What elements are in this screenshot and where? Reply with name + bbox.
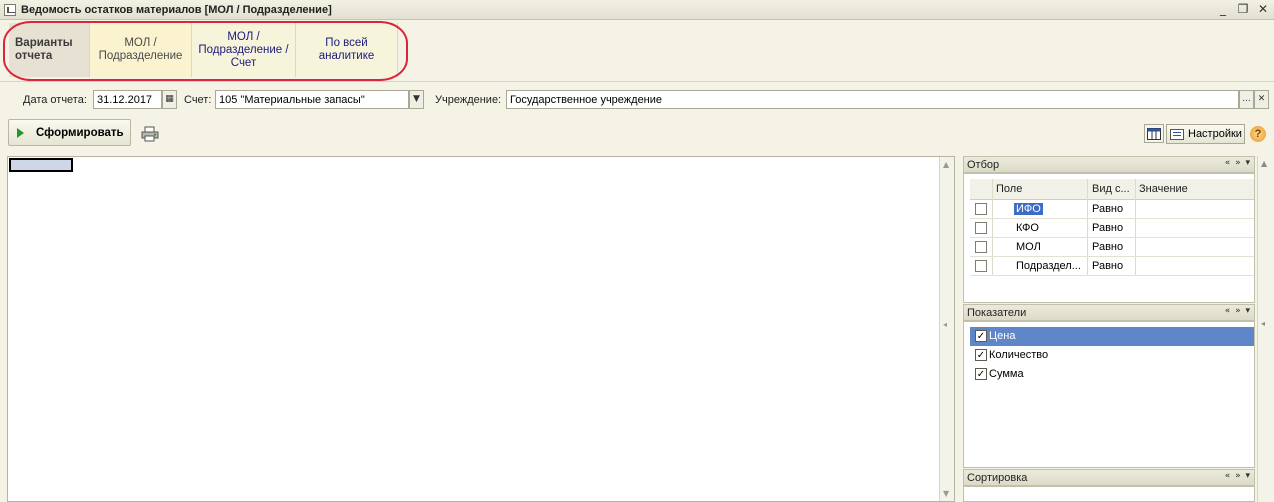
settings-scrollbar[interactable]: ▲ ◂ [1257,156,1272,502]
variant-mol-subdivision-account[interactable]: МОЛ / Подразделение / Счет [192,23,296,77]
report-spreadsheet[interactable]: ▲ ◂ ▼ [7,156,955,502]
clear-icon[interactable]: ✕ [1254,90,1269,109]
filter-row-condition[interactable]: Равно [1092,260,1123,272]
indicator-label: Количество [989,349,1049,361]
scroll-grip-icon: ◂ [943,320,948,329]
sort-panel-body [963,486,1255,502]
panel-controls-icon[interactable]: « » ▾ [1225,306,1251,316]
indicators-panel-header: Показатели « » ▾ [963,304,1255,321]
help-icon[interactable]: ? [1250,126,1266,142]
minimize-button[interactable]: _ [1216,2,1230,16]
report-app-icon [4,3,16,16]
filter-row-checkbox[interactable] [975,222,987,234]
variant-mol-subdivision[interactable]: МОЛ / Подразделение [90,23,192,77]
scroll-up-icon[interactable]: ▲ [1261,159,1267,168]
filter-row-checkbox[interactable] [975,241,987,253]
filter-panel-header: Отбор « » ▾ [963,156,1255,173]
scroll-grip-icon: ◂ [1261,319,1266,328]
institution-label: Учреждение: [435,94,502,106]
close-button[interactable]: ✕ [1256,2,1270,16]
report-scrollbar[interactable]: ▲ ◂ ▼ [939,157,954,501]
panel-controls-icon[interactable]: « » ▾ [1225,471,1251,481]
panel-controls-icon[interactable]: « » ▾ [1225,158,1251,168]
scroll-down-icon[interactable]: ▼ [943,489,949,498]
indicator-label: Цена [989,330,1016,342]
filter-column-field: Поле [996,183,1023,195]
print-icon[interactable] [140,124,160,143]
filter-table-header: Поле Вид с... Значение [970,179,1254,200]
indicator-checkbox[interactable]: ✓ [975,368,987,380]
chevron-down-icon[interactable]: ▼ [409,90,424,109]
indicator-checkbox[interactable]: ✓ [975,330,987,342]
generate-button[interactable]: Сформировать [8,119,131,146]
filter-panel-title: Отбор [967,159,1000,171]
filter-row-checkbox[interactable] [975,260,987,272]
generate-button-label: Сформировать [36,126,124,139]
account-field[interactable]: 105 "Материальные запасы" [215,90,409,109]
window-title: Ведомость остатков материалов [МОЛ / Под… [21,3,332,16]
filter-row-condition[interactable]: Равно [1092,222,1123,234]
filter-row-field: Подраздел... [1016,260,1081,272]
filter-row[interactable]: ИФО Равно [970,200,1254,219]
filter-row-checkbox[interactable] [975,203,987,215]
institution-field[interactable]: Государственное учреждение [506,90,1239,109]
filter-row-field: КФО [1016,222,1039,234]
indicator-item[interactable]: ✓ Количество [970,346,1254,365]
cell-cursor[interactable] [9,158,73,172]
filter-column-value: Значение [1139,183,1188,195]
date-field[interactable]: 31.12.2017 [93,90,162,109]
sort-panel-header: Сортировка « » ▾ [963,469,1255,486]
parameters-row: Дата отчета: 31.12.2017 ▦ Счет: 105 "Мат… [0,88,1274,110]
sort-panel-title: Сортировка [967,472,1028,484]
select-button[interactable]: ... [1239,90,1254,109]
play-icon [17,127,24,138]
filter-row[interactable]: КФО Равно [970,219,1254,238]
filter-column-condition: Вид с... [1092,183,1130,195]
settings-list-icon [1170,128,1184,140]
settings-button-label: Настройки [1188,128,1242,140]
restore-button[interactable]: ❐ [1236,2,1250,16]
filter-row-condition[interactable]: Равно [1092,203,1123,215]
settings-button[interactable]: Настройки [1166,124,1245,144]
variant-full-analytics[interactable]: По всей аналитике [296,23,398,77]
indicators-panel-title: Показатели [967,307,1027,319]
filter-row-condition[interactable]: Равно [1092,241,1123,253]
calendar-icon[interactable]: ▦ [162,90,177,109]
filter-row-field: МОЛ [1016,241,1041,253]
indicator-label: Сумма [989,368,1024,380]
scroll-up-icon[interactable]: ▲ [943,160,949,169]
filter-row[interactable]: МОЛ Равно [970,238,1254,257]
window-titlebar: Ведомость остатков материалов [МОЛ / Под… [0,0,1274,20]
indicator-item[interactable]: ✓ Сумма [970,365,1254,384]
date-label: Дата отчета: [23,94,87,106]
indicator-checkbox[interactable]: ✓ [975,349,987,361]
filter-row[interactable]: Подраздел... Равно [970,257,1254,276]
variants-header: Варианты отчета [9,23,90,77]
filter-row-field: ИФО [1014,203,1043,215]
table-layout-icon[interactable] [1144,124,1164,143]
report-variants-panel: Варианты отчета МОЛ / Подразделение МОЛ … [0,20,1274,82]
account-label: Счет: [184,94,212,106]
indicator-item[interactable]: ✓ Цена [970,327,1254,346]
